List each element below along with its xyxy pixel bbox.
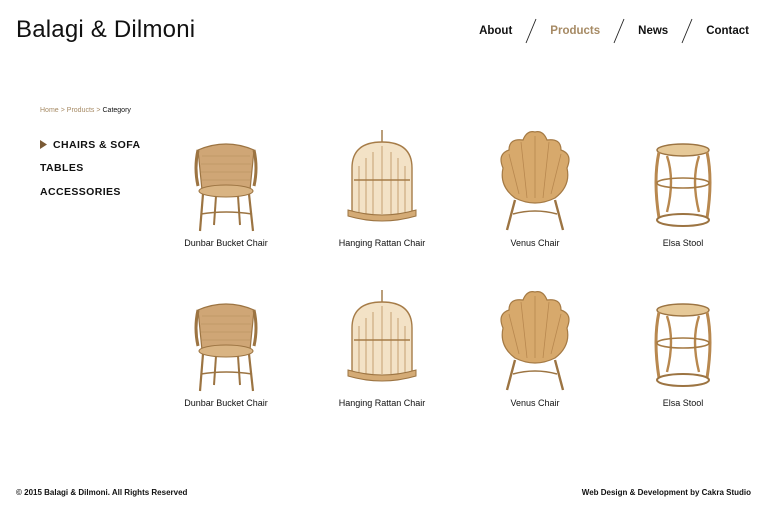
product-name: Venus Chair (510, 398, 560, 408)
nav-contact[interactable]: Contact (706, 25, 749, 37)
product-name: Hanging Rattan Chair (338, 238, 426, 248)
breadcrumb-current: Category (102, 107, 131, 114)
category-label: ACCESSORIES (40, 185, 121, 198)
product-card[interactable]: Dunbar Bucket Chair (152, 128, 300, 248)
main-nav: About Products News Contact (479, 18, 749, 44)
stool-image (654, 143, 712, 227)
product-name: Dunbar Bucket Chair (184, 238, 268, 248)
hanging-chair-image (347, 290, 417, 382)
category-chairs-sofa[interactable]: CHAIRS & SOFA (40, 133, 140, 157)
slash-divider-icon (681, 18, 693, 44)
stool-image (654, 303, 712, 387)
venus-chair-image (500, 291, 570, 391)
category-nav: CHAIRS & SOFA TABLES ACCESSORIES (40, 133, 140, 204)
category-accessories[interactable]: ACCESSORIES (40, 180, 140, 204)
nav-news[interactable]: News (638, 25, 668, 37)
nav-about[interactable]: About (479, 25, 512, 37)
category-tables[interactable]: TABLES (40, 157, 140, 181)
product-card[interactable]: Hanging Rattan Chair (308, 288, 456, 408)
footer-copyright: © 2015 Balagi & Dilmoni. All Rights Rese… (16, 488, 188, 497)
brand-logo[interactable]: Balagi & Dilmoni (16, 16, 195, 44)
product-name: Elsa Stool (662, 398, 704, 408)
product-name: Dunbar Bucket Chair (184, 398, 268, 408)
product-card[interactable]: Hanging Rattan Chair (308, 128, 456, 248)
product-name: Elsa Stool (662, 238, 704, 248)
venus-chair-image (500, 131, 570, 231)
product-name: Venus Chair (510, 238, 560, 248)
category-label: TABLES (40, 162, 84, 175)
product-card[interactable]: Dunbar Bucket Chair (152, 288, 300, 408)
product-card[interactable]: Venus Chair (461, 288, 609, 408)
nav-products[interactable]: Products (550, 25, 600, 37)
footer-credit[interactable]: Web Design & Development by Cakra Studio (582, 488, 751, 497)
product-card[interactable]: Elsa Stool (609, 288, 757, 408)
bucket-chair-image (194, 143, 258, 232)
triangle-right-icon (40, 140, 47, 150)
breadcrumb-separator: > (96, 107, 101, 114)
category-label: CHAIRS & SOFA (53, 138, 141, 151)
slash-divider-icon (525, 18, 537, 44)
product-card[interactable]: Venus Chair (461, 128, 609, 248)
product-card[interactable]: Elsa Stool (609, 128, 757, 248)
breadcrumb-products[interactable]: Products (67, 107, 95, 114)
bucket-chair-image (194, 303, 258, 392)
product-name: Hanging Rattan Chair (338, 398, 426, 408)
breadcrumb-separator: > (60, 107, 65, 114)
breadcrumb-home[interactable]: Home (40, 107, 59, 114)
slash-divider-icon (613, 18, 625, 44)
hanging-chair-image (347, 130, 417, 222)
breadcrumb: Home > Products > Category (40, 107, 131, 114)
